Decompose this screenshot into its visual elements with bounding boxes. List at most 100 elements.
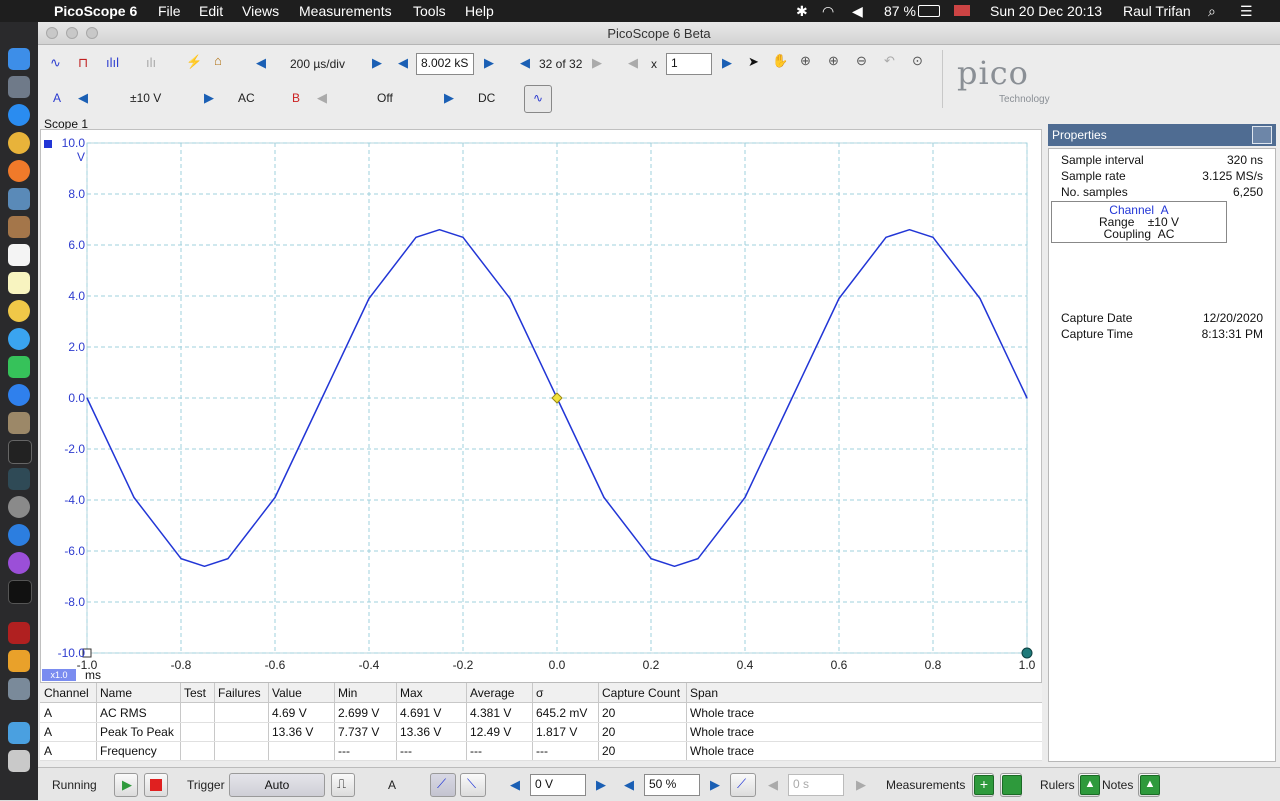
tv-icon[interactable] [8, 580, 32, 604]
falling-edge-button[interactable]: ⟍ [460, 773, 486, 797]
facetime-icon[interactable] [8, 356, 30, 378]
properties-close-button[interactable] [1252, 126, 1272, 144]
delay-decrease-icon[interactable]: ◀ [768, 777, 778, 793]
edit-measurement-button[interactable] [1000, 773, 1022, 797]
channel-options-icon[interactable]: ılı [146, 55, 156, 70]
system-preferences-icon[interactable] [8, 496, 30, 518]
channel-a-range-increase-icon[interactable]: ▶ [204, 90, 214, 106]
zoom-in-icon[interactable]: ⊕ [828, 53, 839, 69]
menu-tools[interactable]: Tools [413, 3, 446, 19]
measurements-column-header[interactable]: Channel [44, 686, 89, 700]
default-setup-icon[interactable]: ⌂ [214, 53, 222, 68]
axis-scroll-handle[interactable] [1021, 647, 1033, 659]
delay-field[interactable]: 0 s [788, 774, 844, 796]
trash-icon[interactable] [8, 750, 30, 772]
zoom-tool-icon[interactable]: ⊕ [800, 53, 811, 69]
grapher-icon[interactable] [8, 650, 30, 672]
threshold-increase-icon[interactable]: ▶ [596, 777, 606, 793]
menu-views[interactable]: Views [242, 3, 279, 19]
timebase-decrease-icon[interactable]: ◀ [256, 55, 266, 71]
rulers-button[interactable]: ▲ [1078, 773, 1100, 797]
menu-edit[interactable]: Edit [199, 3, 223, 19]
samples-field[interactable]: 8.002 kS [416, 53, 474, 75]
preview-icon[interactable] [8, 188, 30, 210]
terminal-icon[interactable] [8, 440, 32, 464]
measurements-column-header[interactable]: Name [100, 686, 132, 700]
samples-decrease-icon[interactable]: ◀ [398, 55, 408, 71]
app-menu[interactable]: PicoScope 6 [54, 3, 137, 19]
samples-increase-icon[interactable]: ▶ [484, 55, 494, 71]
channel-a-range-decrease-icon[interactable]: ◀ [78, 90, 88, 106]
measurements-column-header[interactable]: σ [536, 686, 543, 700]
undo-zoom-icon[interactable]: ↶ [884, 53, 895, 69]
buffer-next-icon[interactable]: ▶ [592, 55, 602, 71]
user-name[interactable]: Raul Trifan [1123, 3, 1191, 19]
firefox-icon[interactable] [8, 160, 30, 182]
channel-a-range[interactable]: ±10 V [130, 91, 161, 105]
zoom-out-icon[interactable]: ⊖ [856, 53, 867, 69]
channel-a-coupling[interactable]: AC [238, 91, 255, 105]
downloads-folder-icon[interactable] [8, 722, 30, 744]
scope-mode-icon[interactable]: ∿ [50, 55, 61, 71]
bluetooth-icon[interactable]: ✱ [796, 3, 808, 20]
measurements-column-header[interactable]: Failures [218, 686, 261, 700]
measurements-column-header[interactable]: Test [184, 686, 206, 700]
trigger-channel[interactable]: A [388, 778, 396, 792]
flag-icon[interactable] [954, 5, 970, 16]
calendar-icon[interactable] [8, 244, 30, 266]
menu-help[interactable]: Help [465, 3, 494, 19]
timebase-increase-icon[interactable]: ▶ [372, 55, 382, 71]
books-icon[interactable] [8, 412, 30, 434]
signal-generator-button[interactable]: ∿ [524, 85, 552, 113]
select-tool-icon[interactable]: ➤ [748, 54, 759, 70]
measurement-row[interactable]: A AC RMS 4.69 V 2.699 V 4.691 V 4.381 V 645.2 … [40, 703, 1042, 723]
measurement-row[interactable]: A Frequency --- --- --- --- 20 Whole trace [40, 741, 1042, 761]
plot-area[interactable]: 10.0 8.0 6.0 4.0 2.0 0.0 -2.0 -4.0 -6.0 -8.0 -10.0… [40, 129, 1042, 683]
channel-b-range-decrease-icon[interactable]: ◀ [317, 90, 327, 106]
channel-b-range[interactable]: Off [377, 91, 393, 105]
start-button[interactable]: ▶ [114, 773, 138, 797]
picoscope-icon[interactable] [8, 468, 30, 490]
trigger-marker[interactable] [551, 392, 563, 404]
pretrigger-field[interactable]: 50 % [644, 774, 700, 796]
auto-setup-icon[interactable]: ⚡ [186, 54, 202, 70]
measurements-column-header[interactable]: Capture Count [602, 686, 680, 700]
stop-button[interactable] [144, 773, 168, 797]
buffer-prev-icon[interactable]: ◀ [520, 55, 530, 71]
messages-icon[interactable] [8, 328, 30, 350]
clock[interactable]: Sun 20 Dec 20:13 [990, 3, 1102, 19]
measurements-column-header[interactable]: Min [338, 686, 357, 700]
threshold-decrease-icon[interactable]: ◀ [510, 777, 520, 793]
measurements-column-header[interactable]: Average [470, 686, 514, 700]
quicktime-icon[interactable] [8, 524, 30, 546]
spotlight-icon[interactable]: ⌕ [1208, 3, 1216, 20]
trigger-mode-select[interactable]: Auto [229, 773, 325, 797]
screenshot-icon[interactable] [8, 678, 30, 700]
flash-icon[interactable] [8, 622, 30, 644]
app-store-icon[interactable] [8, 384, 30, 406]
contacts-icon[interactable] [8, 216, 30, 238]
measurements-column-header[interactable]: Span [690, 686, 718, 700]
scope-graph[interactable] [41, 130, 1041, 682]
control-center-icon[interactable]: ☰ [1240, 3, 1253, 20]
pretrigger-increase-icon[interactable]: ▶ [710, 777, 720, 793]
advanced-trigger-button[interactable]: ⎍ [331, 773, 355, 797]
zoom-next-icon[interactable]: ▶ [722, 55, 732, 71]
channel-b-range-increase-icon[interactable]: ▶ [444, 90, 454, 106]
channel-b-coupling[interactable]: DC [478, 91, 495, 105]
persistence-mode-icon[interactable]: ⊓ [78, 55, 88, 71]
chrome-icon[interactable] [8, 132, 30, 154]
threshold-field[interactable]: 0 V [530, 774, 586, 796]
delay-increase-icon[interactable]: ▶ [856, 777, 866, 793]
measurements-column-header[interactable]: Value [272, 686, 302, 700]
safari-icon[interactable] [8, 104, 30, 126]
zoom-field[interactable]: 1 [666, 53, 712, 75]
launchpad-icon[interactable] [8, 76, 30, 98]
timebase-value[interactable]: 200 µs/div [290, 57, 345, 71]
notes-button[interactable]: ▲ [1138, 773, 1160, 797]
hand-tool-icon[interactable]: ✋ [772, 53, 788, 69]
volume-icon[interactable]: ◀ [852, 3, 863, 20]
pretrigger-decrease-icon[interactable]: ◀ [624, 777, 634, 793]
menu-measurements[interactable]: Measurements [299, 3, 392, 19]
photos-icon[interactable] [8, 300, 30, 322]
